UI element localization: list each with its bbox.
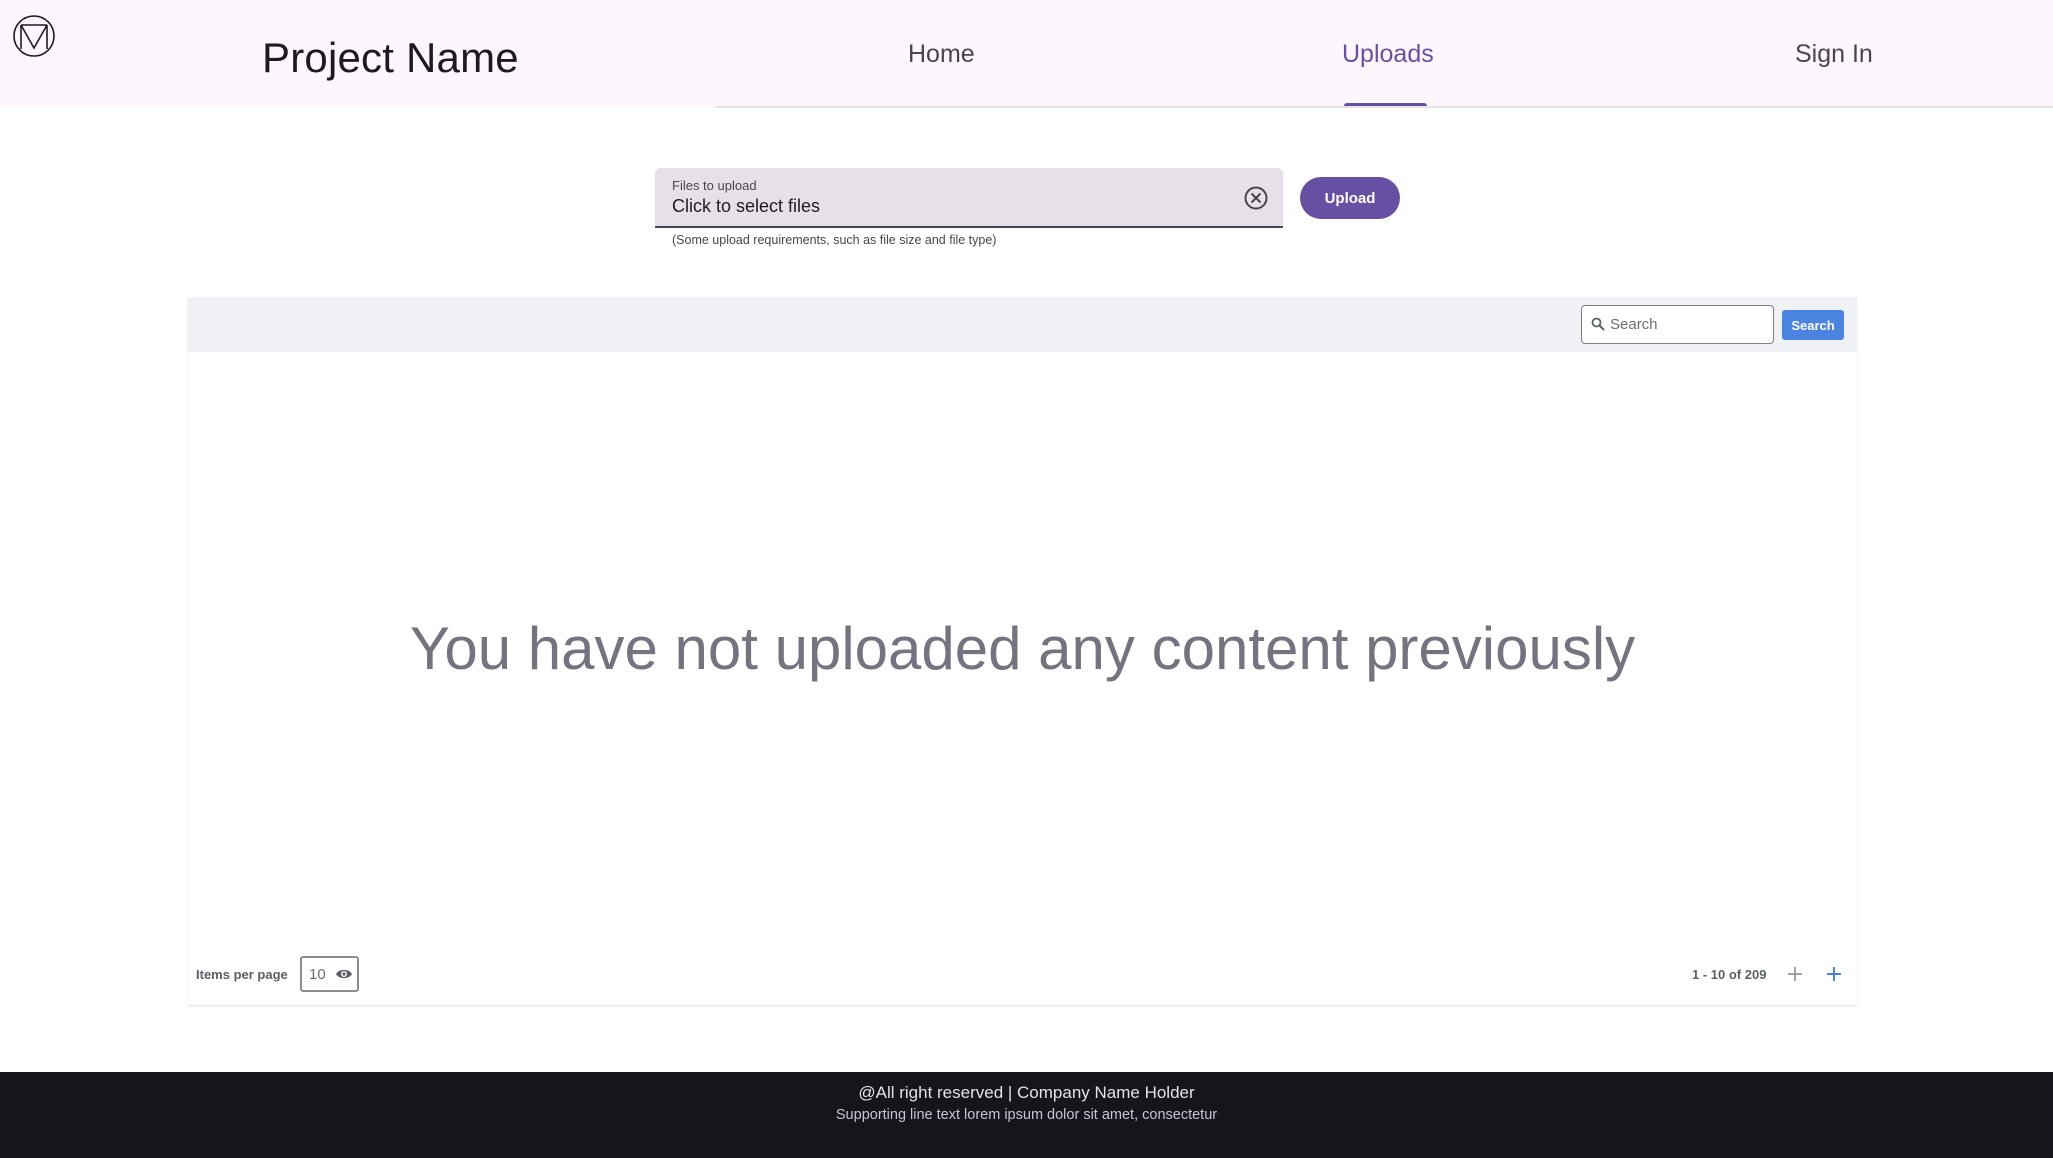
pagination-range: 1 - 10 of 209 bbox=[1692, 967, 1767, 982]
file-requirements-text: (Some upload requirements, such as file … bbox=[672, 233, 997, 247]
search-button[interactable]: Search bbox=[1782, 310, 1844, 340]
uploads-table: Search You have not uploaded any content… bbox=[188, 297, 1857, 1005]
empty-state-message: You have not uploaded any content previo… bbox=[409, 615, 1636, 682]
items-per-page-label: Items per page bbox=[196, 967, 288, 982]
next-page-icon[interactable] bbox=[1822, 962, 1846, 986]
search-input[interactable] bbox=[1610, 312, 1768, 336]
nav-sign-in[interactable]: Sign In bbox=[1795, 40, 1873, 69]
footer-copyright: @All right reserved | Company Name Holde… bbox=[858, 1083, 1195, 1102]
eye-icon bbox=[336, 969, 352, 979]
items-per-page-value: 10 bbox=[309, 966, 326, 983]
file-field-label: Files to upload bbox=[672, 178, 757, 193]
footer: @All right reserved | Company Name Holde… bbox=[0, 1072, 2053, 1158]
nav-home[interactable]: Home bbox=[908, 40, 975, 69]
project-name: Project Name bbox=[262, 34, 519, 81]
table-toolbar: Search bbox=[188, 297, 1857, 352]
nav-divider bbox=[716, 106, 2053, 108]
file-field-value: Click to select files bbox=[672, 196, 821, 216]
clear-icon[interactable] bbox=[1243, 185, 1269, 211]
top-app-bar: Project Name Home Uploads Sign In bbox=[0, 0, 2053, 108]
file-select-field[interactable]: Files to upload Click to select files bbox=[655, 168, 1283, 228]
upload-button[interactable]: Upload bbox=[1300, 177, 1400, 219]
footer-supporting-text: Supporting line text lorem ipsum dolor s… bbox=[835, 1107, 1218, 1123]
search-box[interactable] bbox=[1581, 305, 1774, 344]
nav-uploads[interactable]: Uploads bbox=[1342, 40, 1434, 69]
logo-icon bbox=[13, 15, 55, 57]
items-per-page-select[interactable]: 10 bbox=[300, 956, 359, 992]
search-icon bbox=[1591, 317, 1605, 331]
previous-page-icon[interactable] bbox=[1783, 962, 1807, 986]
